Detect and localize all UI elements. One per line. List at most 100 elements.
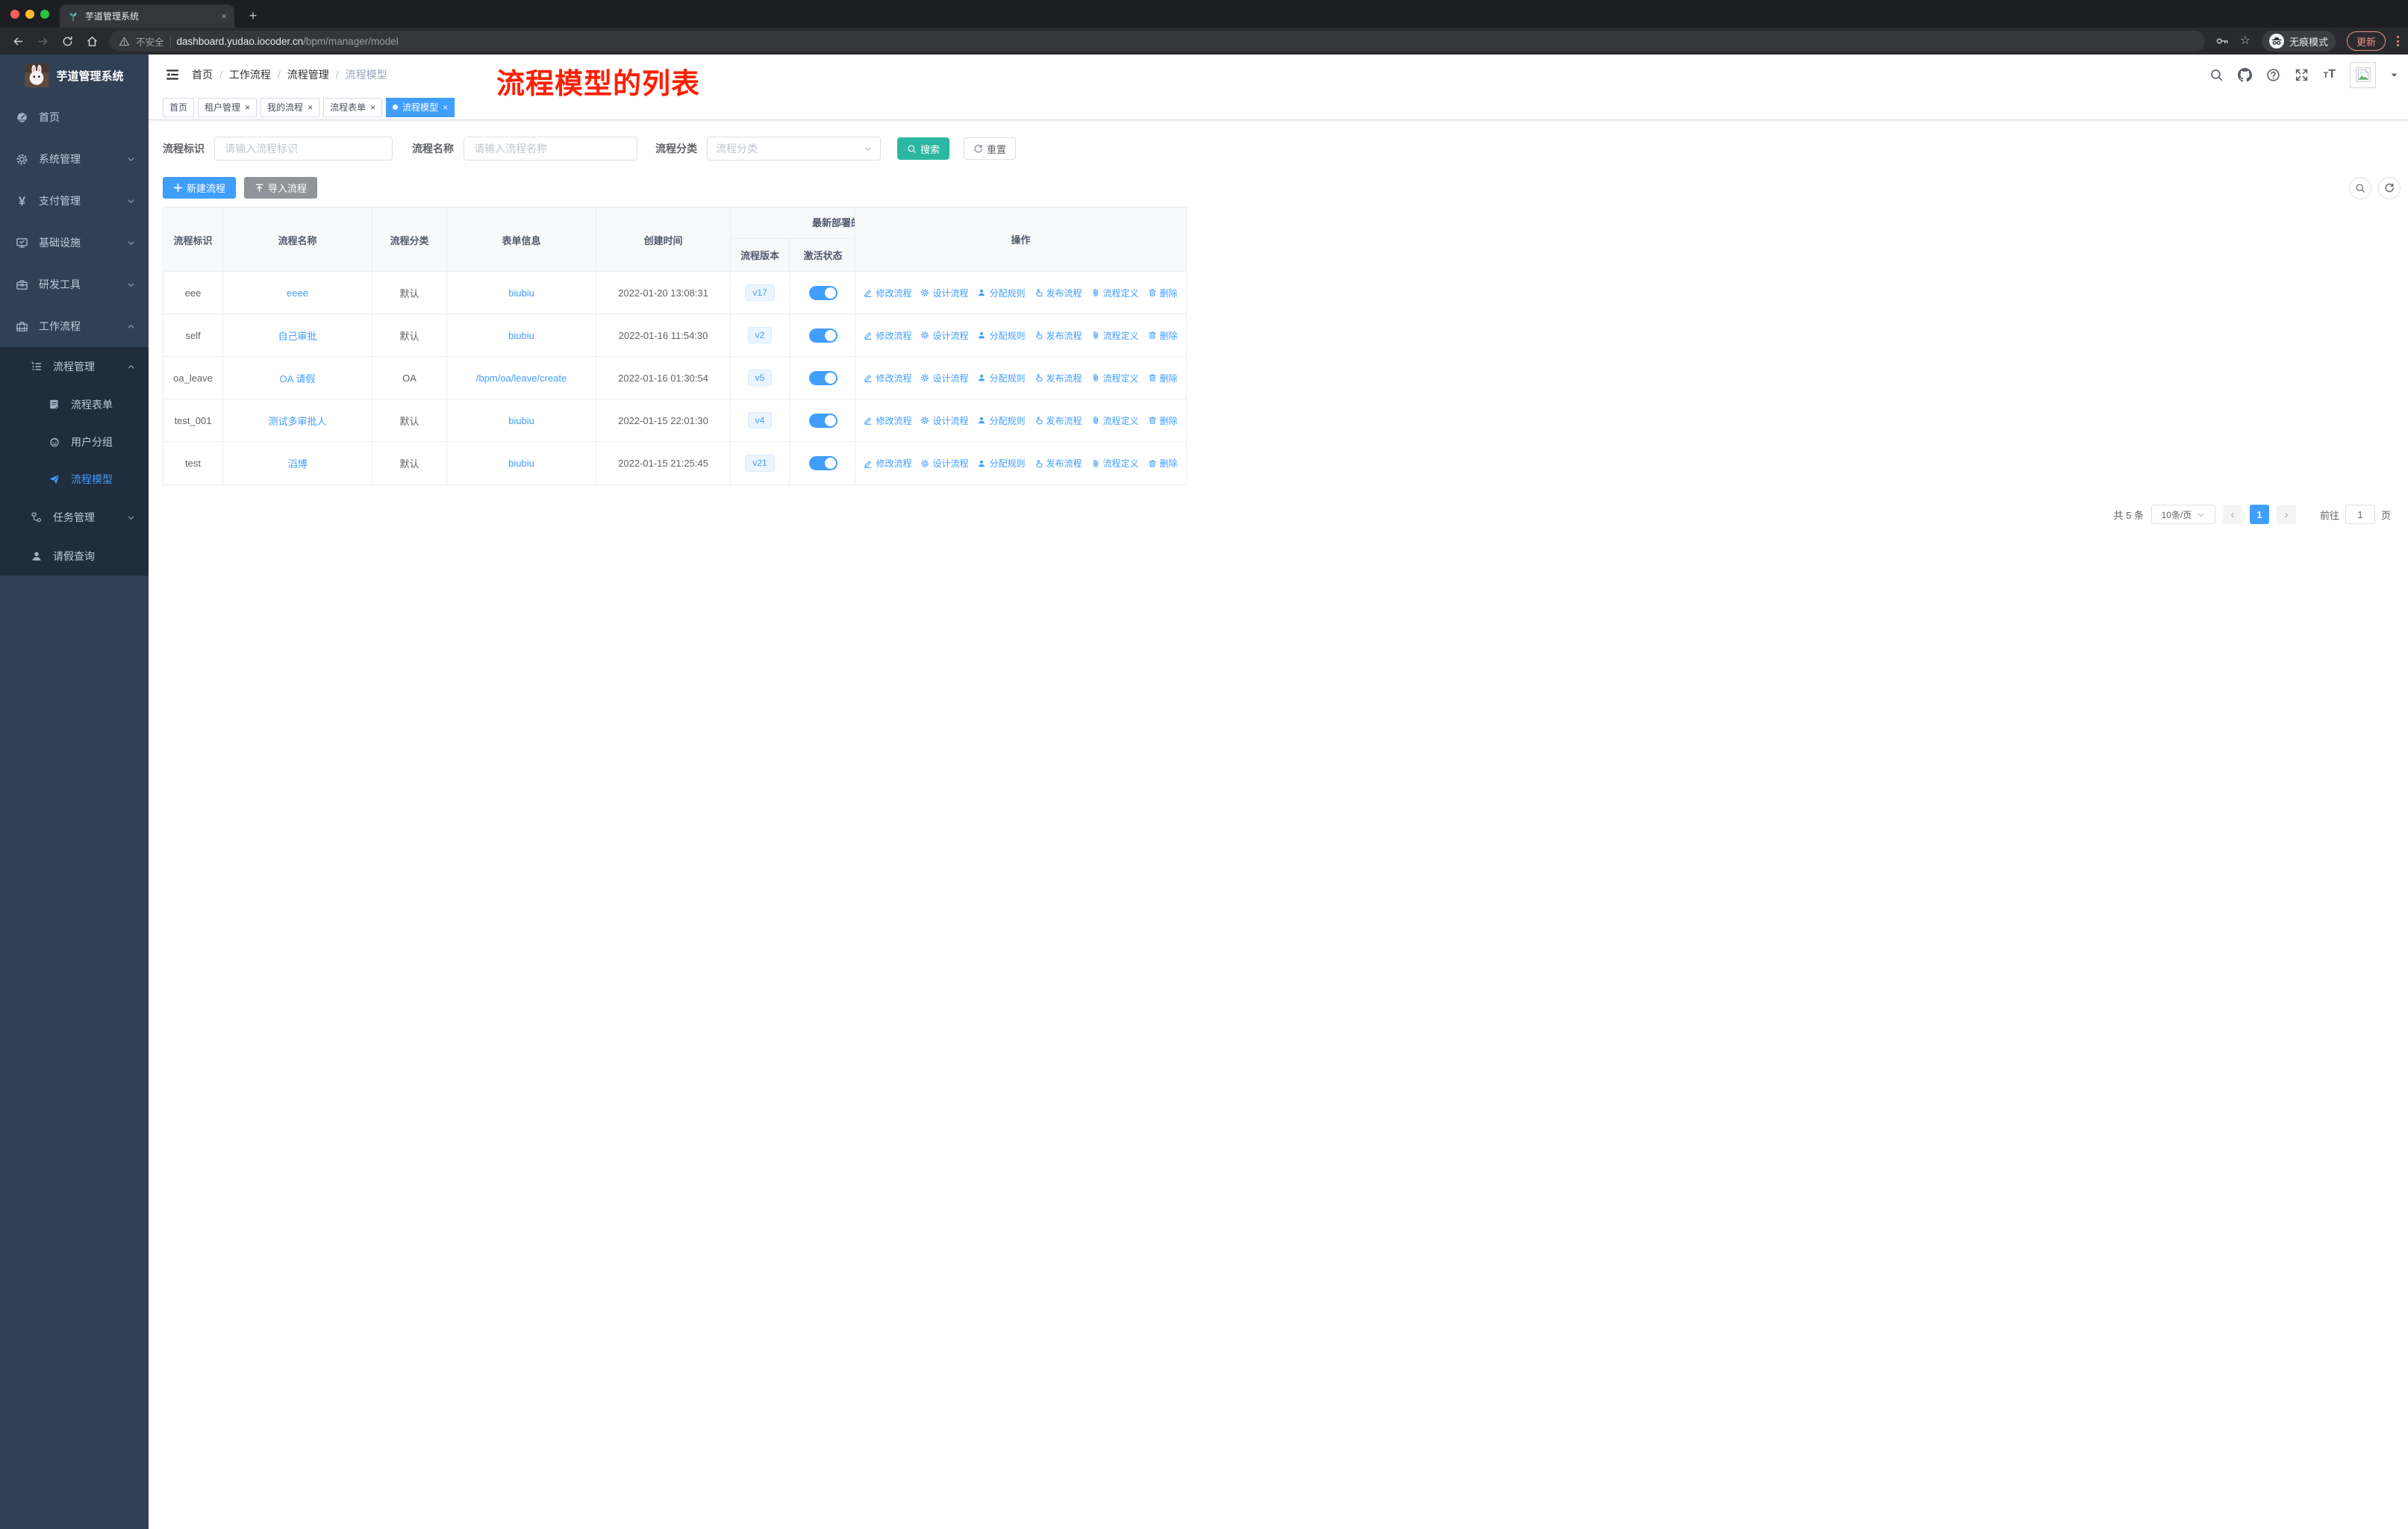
action-design-link[interactable]: 设计流程: [920, 414, 968, 427]
tag-process-form[interactable]: 流程表单 ×: [323, 97, 383, 117]
sidebar-item-workflow[interactable]: 工作流程: [0, 305, 149, 347]
filter-id-input[interactable]: [214, 137, 393, 161]
active-status-toggle[interactable]: [808, 328, 838, 343]
form-info-link[interactable]: biubiu: [508, 287, 534, 299]
sidebar-item-infra[interactable]: 基础设施: [0, 222, 149, 264]
action-design-link[interactable]: 设计流程: [920, 329, 968, 342]
form-info-link[interactable]: biubiu: [508, 415, 534, 426]
tag-home[interactable]: 首页: [163, 97, 195, 117]
active-status-toggle[interactable]: [808, 285, 838, 300]
filter-category-select[interactable]: 流程分类: [707, 137, 881, 161]
action-assign-link[interactable]: 分配规则: [977, 329, 1026, 342]
model-name-link[interactable]: 自己审批: [278, 328, 316, 343]
action-definition-link[interactable]: 流程定义: [1091, 287, 1139, 299]
action-design-link[interactable]: 设计流程: [920, 457, 968, 470]
action-delete-link[interactable]: 删除: [1148, 287, 1178, 299]
active-status-toggle[interactable]: [808, 456, 838, 470]
browser-tab[interactable]: 芋道管理系统 ×: [60, 4, 234, 28]
action-publish-link[interactable]: 发布流程: [1035, 372, 1082, 384]
breadcrumb-item[interactable]: 首页: [192, 67, 213, 82]
close-icon[interactable]: ×: [443, 103, 448, 112]
bookmark-star-icon[interactable]: ☆: [2240, 35, 2251, 47]
active-status-toggle[interactable]: [808, 413, 838, 428]
action-edit-link[interactable]: 修改流程: [864, 457, 911, 470]
breadcrumb-item[interactable]: 工作流程: [229, 67, 271, 82]
password-key-icon[interactable]: [2215, 34, 2229, 48]
create-process-button[interactable]: 新建流程: [163, 177, 237, 199]
back-icon[interactable]: [12, 35, 25, 48]
current-page-button[interactable]: 1: [2249, 505, 2269, 524]
sidebar-item-system[interactable]: 系统管理: [0, 138, 149, 180]
address-bar[interactable]: 不安全 dashboard.yudao.iocoder.cn/bpm/manag…: [109, 31, 2205, 52]
sidebar-item-task-admin[interactable]: 任务管理: [0, 498, 149, 537]
reload-icon[interactable]: [61, 35, 74, 48]
action-assign-link[interactable]: 分配规则: [977, 287, 1026, 299]
form-info-link[interactable]: biubiu: [508, 458, 534, 469]
font-size-icon[interactable]: TT: [2323, 68, 2336, 81]
new-tab-button[interactable]: +: [243, 6, 263, 25]
forward-icon[interactable]: [37, 35, 49, 48]
sidebar-item-leave-query[interactable]: 请假查询: [0, 537, 149, 576]
action-publish-link[interactable]: 发布流程: [1035, 457, 1082, 470]
action-definition-link[interactable]: 流程定义: [1091, 414, 1139, 427]
tag-tenant[interactable]: 租户管理 ×: [198, 97, 258, 117]
search-button[interactable]: 搜索: [897, 137, 950, 160]
version-badge[interactable]: v4: [747, 411, 773, 429]
action-delete-link[interactable]: 删除: [1148, 457, 1178, 470]
action-design-link[interactable]: 设计流程: [920, 372, 968, 384]
app-logo[interactable]: 芋道管理系统: [0, 55, 149, 96]
model-name-link[interactable]: OA 请假: [280, 371, 316, 385]
version-badge[interactable]: v2: [747, 326, 773, 344]
github-icon[interactable]: [2238, 67, 2253, 82]
sidebar-item-process-form[interactable]: 流程表单: [0, 386, 149, 423]
action-edit-link[interactable]: 修改流程: [864, 414, 911, 427]
fullscreen-icon[interactable]: [2295, 68, 2309, 82]
action-delete-link[interactable]: 删除: [1148, 329, 1178, 342]
action-design-link[interactable]: 设计流程: [920, 287, 968, 299]
action-edit-link[interactable]: 修改流程: [864, 372, 911, 384]
close-icon[interactable]: ×: [245, 103, 250, 112]
browser-menu-icon[interactable]: [2397, 36, 2399, 46]
action-assign-link[interactable]: 分配规则: [977, 457, 1026, 470]
window-minimize-button[interactable]: [25, 10, 34, 19]
action-publish-link[interactable]: 发布流程: [1035, 287, 1082, 299]
action-edit-link[interactable]: 修改流程: [864, 287, 911, 299]
model-name-link[interactable]: 滔博: [287, 456, 307, 470]
action-assign-link[interactable]: 分配规则: [977, 414, 1026, 427]
version-badge[interactable]: v17: [745, 284, 775, 302]
import-process-button[interactable]: 导入流程: [244, 177, 318, 199]
window-close-button[interactable]: [10, 10, 19, 19]
action-definition-link[interactable]: 流程定义: [1091, 372, 1139, 384]
form-info-link[interactable]: biubiu: [508, 330, 534, 341]
breadcrumb-item[interactable]: 流程管理: [287, 67, 329, 82]
sidebar-item-home[interactable]: 首页: [0, 96, 149, 138]
search-icon[interactable]: [2209, 68, 2224, 82]
tag-process-model[interactable]: 流程模型 ×: [386, 97, 455, 117]
chrome-update-button[interactable]: 更新: [2346, 31, 2386, 51]
action-publish-link[interactable]: 发布流程: [1035, 414, 1082, 427]
version-badge[interactable]: v5: [747, 369, 773, 387]
sidebar-item-payment[interactable]: ¥ 支付管理: [0, 180, 149, 222]
model-name-link[interactable]: eeee: [287, 287, 308, 299]
action-assign-link[interactable]: 分配规则: [977, 372, 1026, 384]
close-icon[interactable]: ×: [308, 103, 313, 112]
sidebar-item-process-model[interactable]: 流程模型: [0, 461, 149, 498]
sidebar-item-process-admin[interactable]: 流程管理: [0, 347, 149, 386]
tab-close-icon[interactable]: ×: [221, 10, 227, 22]
goto-page-input[interactable]: [2345, 505, 2375, 524]
action-definition-link[interactable]: 流程定义: [1091, 329, 1139, 342]
action-edit-link[interactable]: 修改流程: [864, 329, 911, 342]
action-publish-link[interactable]: 发布流程: [1035, 329, 1082, 342]
tag-my-process[interactable]: 我的流程 ×: [261, 97, 320, 117]
action-definition-link[interactable]: 流程定义: [1091, 457, 1139, 470]
sidebar-item-devtools[interactable]: 研发工具: [0, 264, 149, 305]
page-size-select[interactable]: 10条/页: [2150, 505, 2215, 524]
refresh-table-button[interactable]: [2378, 177, 2401, 199]
model-name-link[interactable]: 测试多审批人: [268, 414, 326, 428]
active-status-toggle[interactable]: [808, 370, 838, 385]
action-delete-link[interactable]: 删除: [1148, 372, 1178, 384]
hamburger-icon[interactable]: [165, 67, 180, 82]
sidebar-item-user-group[interactable]: 用户分组: [0, 423, 149, 461]
version-badge[interactable]: v21: [745, 455, 775, 472]
chevron-down-icon[interactable]: [2390, 71, 2398, 79]
